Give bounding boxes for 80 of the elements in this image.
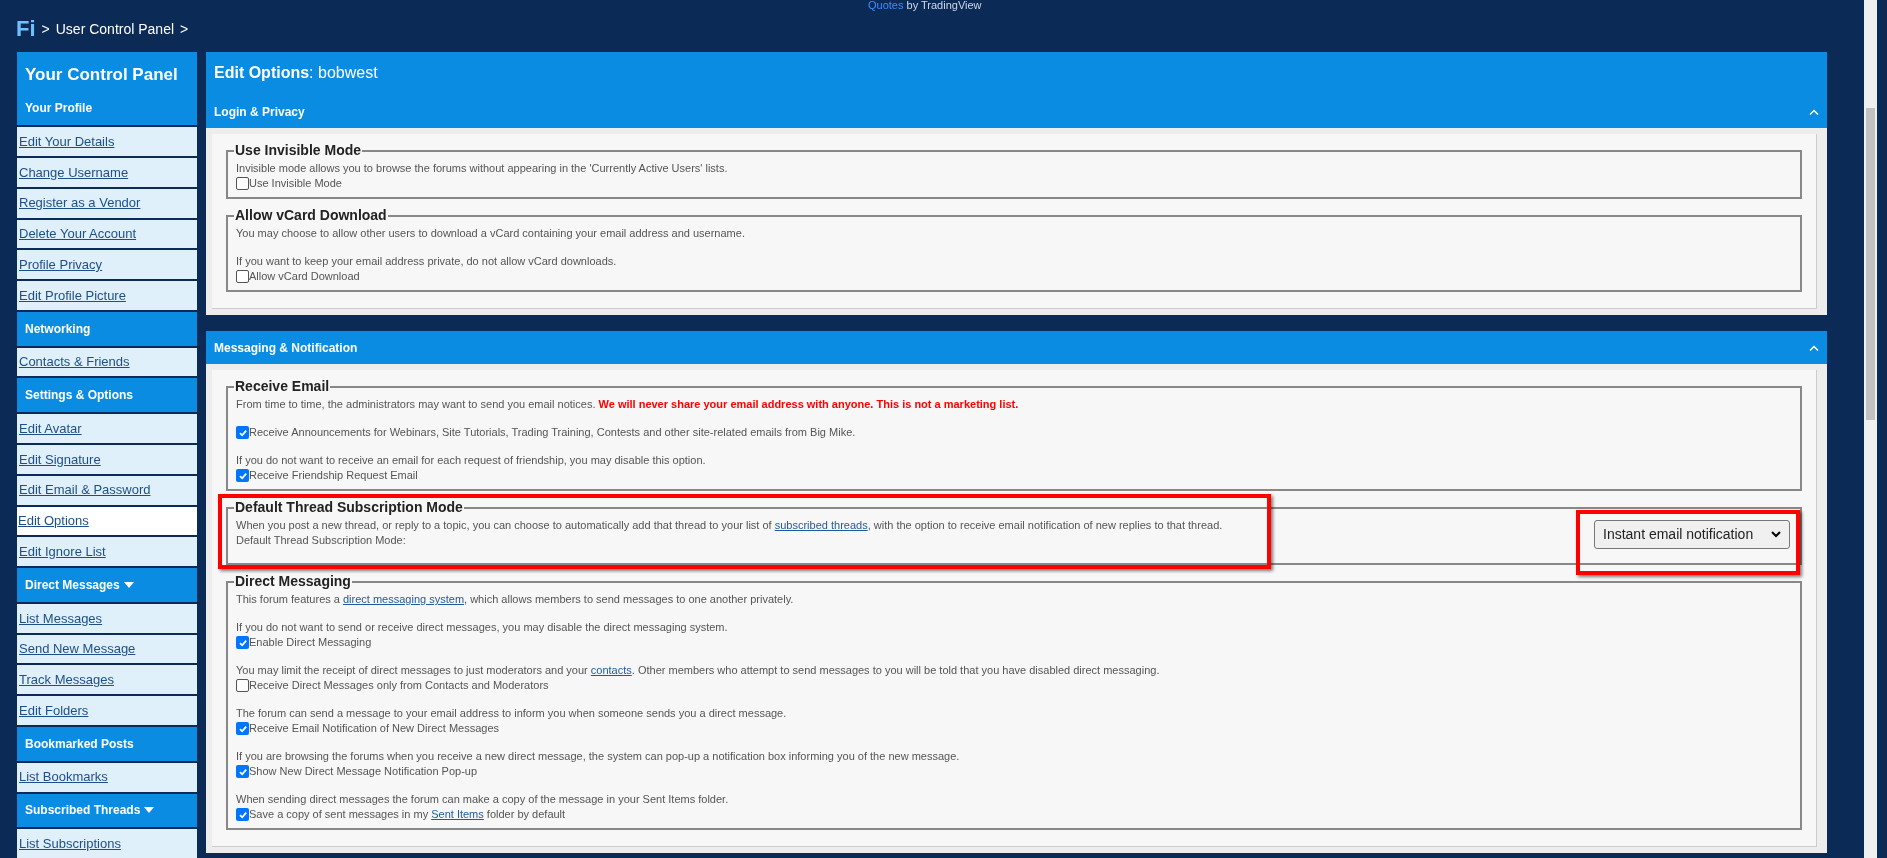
sidebar-item[interactable]: Edit Profile Picture: [17, 281, 197, 310]
mode-select[interactable]: Instant email notification: [1594, 520, 1790, 549]
sidebar-section-header[interactable]: Networking: [17, 311, 197, 346]
sidebar-item[interactable]: Edit Avatar: [17, 414, 197, 443]
breadcrumb-link[interactable]: User Control Panel: [55, 18, 175, 40]
sidebar-section-header[interactable]: Your Profile: [17, 91, 197, 126]
breadcrumb-separator: >: [180, 19, 189, 39]
sidebar-item[interactable]: Edit Ignore List: [17, 537, 197, 567]
checkbox-label: Show New Direct Message Notification Pop-up: [249, 764, 478, 779]
checkbox-label: Allow vCard Download: [249, 269, 360, 284]
checkbox-label: Receive Announcements for Webinars, Site Tutorials, Trading Training, Contests and other site-related emails from Big Mike.: [249, 425, 856, 440]
caret-icon: [123, 582, 134, 588]
description-text: You may limit the receipt of direct messages to just moderators and your contacts. Other members who attempt to send messages to you will be told that you have disabled direct messaging.: [236, 663, 1161, 678]
sidebar-item[interactable]: Change Username: [17, 158, 197, 187]
site-logo[interactable]: Fi: [16, 18, 36, 40]
checkbox[interactable]: [236, 426, 249, 439]
sidebar-item[interactable]: Edit Folders: [17, 696, 197, 725]
checkbox-label: Receive Friendship Request Email: [249, 468, 418, 483]
fieldset-legend: Receive Email: [234, 376, 331, 397]
checkbox-label: Receive Direct Messages only from Contacts and Moderators: [249, 678, 549, 693]
fieldset-legend: Direct Messaging: [234, 571, 352, 592]
checkbox-label: Enable Direct Messaging: [249, 635, 372, 650]
sidebar-item[interactable]: Delete Your Account: [17, 219, 197, 249]
breadcrumb-separator: >: [41, 19, 50, 39]
fieldset-legend: Use Invisible Mode: [234, 140, 363, 161]
sidebar-item[interactable]: Track Messages: [17, 665, 197, 695]
description-text: If you are browsing the forums when you receive a new direct message, the system can pop-up a notification box informing you of the new message.: [236, 749, 961, 764]
panel-header[interactable]: Messaging & Notification: [206, 331, 1827, 364]
checkbox[interactable]: [236, 636, 249, 649]
sidebar-item[interactable]: List Messages: [17, 603, 197, 633]
sidebar-section-header[interactable]: Bookmarked Posts: [17, 727, 197, 761]
text-link[interactable]: subscribed threads: [774, 519, 868, 531]
chevron-up-icon: [1809, 344, 1819, 351]
sidebar-section-header[interactable]: Subscribed Threads: [17, 793, 197, 828]
sidebar-item[interactable]: Contacts & Friends: [17, 347, 197, 377]
description-text: When sending direct messages the forum can make a copy of the message in your Sent Items folder.: [236, 792, 730, 807]
sidebar-title: Your Control Panel: [17, 52, 197, 92]
description-text: The forum can send a message to your email address to inform you when someone sends you a direct message.: [236, 706, 788, 721]
checkbox[interactable]: [236, 270, 249, 283]
sidebar-item[interactable]: Edit Signature: [17, 445, 197, 474]
quotes-link[interactable]: Quotes: [868, 0, 904, 11]
sidebar-item[interactable]: List Subscriptions: [17, 829, 197, 858]
panel-header[interactable]: Login & Privacy: [206, 95, 1827, 128]
sidebar-section-header[interactable]: Direct Messages: [17, 568, 197, 602]
chevron-up-icon: [1809, 108, 1819, 115]
description-text: Invisible mode allows you to browse the forums without appearing in the 'Currently Active Users' lists.: [236, 161, 729, 176]
sidebar-item[interactable]: Edit Email & Password: [17, 475, 197, 505]
sidebar-item[interactable]: Send New Message: [17, 634, 197, 664]
text-link[interactable]: Sent Items: [431, 808, 484, 820]
chevron-down-icon: [1771, 531, 1781, 538]
checkbox-label: Save a copy of sent messages in my Sent Items folder by default: [249, 807, 566, 822]
page-title: Edit Options: bobwest: [206, 52, 1827, 95]
checkbox-label: Receive Email Notification of New Direct Messages: [249, 721, 500, 736]
text-link[interactable]: contacts: [590, 664, 632, 676]
sidebar-item[interactable]: Register as a Vendor: [17, 188, 197, 218]
credit-text: by TradingView: [906, 0, 982, 11]
description-text: This forum features a direct messaging system, which allows members to send messages to one another privately.: [236, 592, 795, 607]
checkbox[interactable]: [236, 679, 249, 692]
fieldset-legend: Allow vCard Download: [234, 205, 388, 226]
description-text: If you do not want to send or receive direct messages, you may disable the direct messaging system.: [236, 620, 729, 635]
description-text: If you want to keep your email address private, do not allow vCard downloads.: [236, 254, 618, 269]
sidebar-item[interactable]: Edit Your Details: [17, 127, 197, 157]
checkbox[interactable]: [236, 722, 249, 735]
sidebar-section-header[interactable]: Settings & Options: [17, 378, 197, 413]
scrollbar-thumb[interactable]: [1866, 108, 1875, 420]
fieldset-legend: Default Thread Subscription Mode: [234, 497, 464, 518]
sidebar-item[interactable]: List Bookmarks: [17, 762, 197, 792]
checkbox[interactable]: [236, 469, 249, 482]
description-text: You may choose to allow other users to download a vCard containing your email address and username.: [236, 226, 746, 241]
checkbox[interactable]: [236, 177, 249, 190]
checkbox-label: Use Invisible Mode: [249, 176, 342, 191]
description-text: When you post a new thread, or reply to a topic, you can choose to automatically add that thread to your list of subscribed threads, with the option to receive email notification of new replies to that thread.: [236, 518, 1224, 533]
description-text: If you do not want to receive an email for each request of friendship, you may disable this option.: [236, 453, 707, 468]
description-text: Default Thread Subscription Mode:: [236, 533, 407, 548]
description-text: From time to time, the administrators may want to send you email notices. We will never share your email address with anyone. This is not a marketing list.: [236, 397, 1020, 412]
checkbox[interactable]: [236, 808, 249, 821]
checkbox[interactable]: [236, 765, 249, 778]
caret-icon: [144, 807, 155, 814]
sidebar-item[interactable]: Profile Privacy: [17, 250, 197, 280]
sidebar-item[interactable]: Edit Options: [17, 506, 197, 536]
